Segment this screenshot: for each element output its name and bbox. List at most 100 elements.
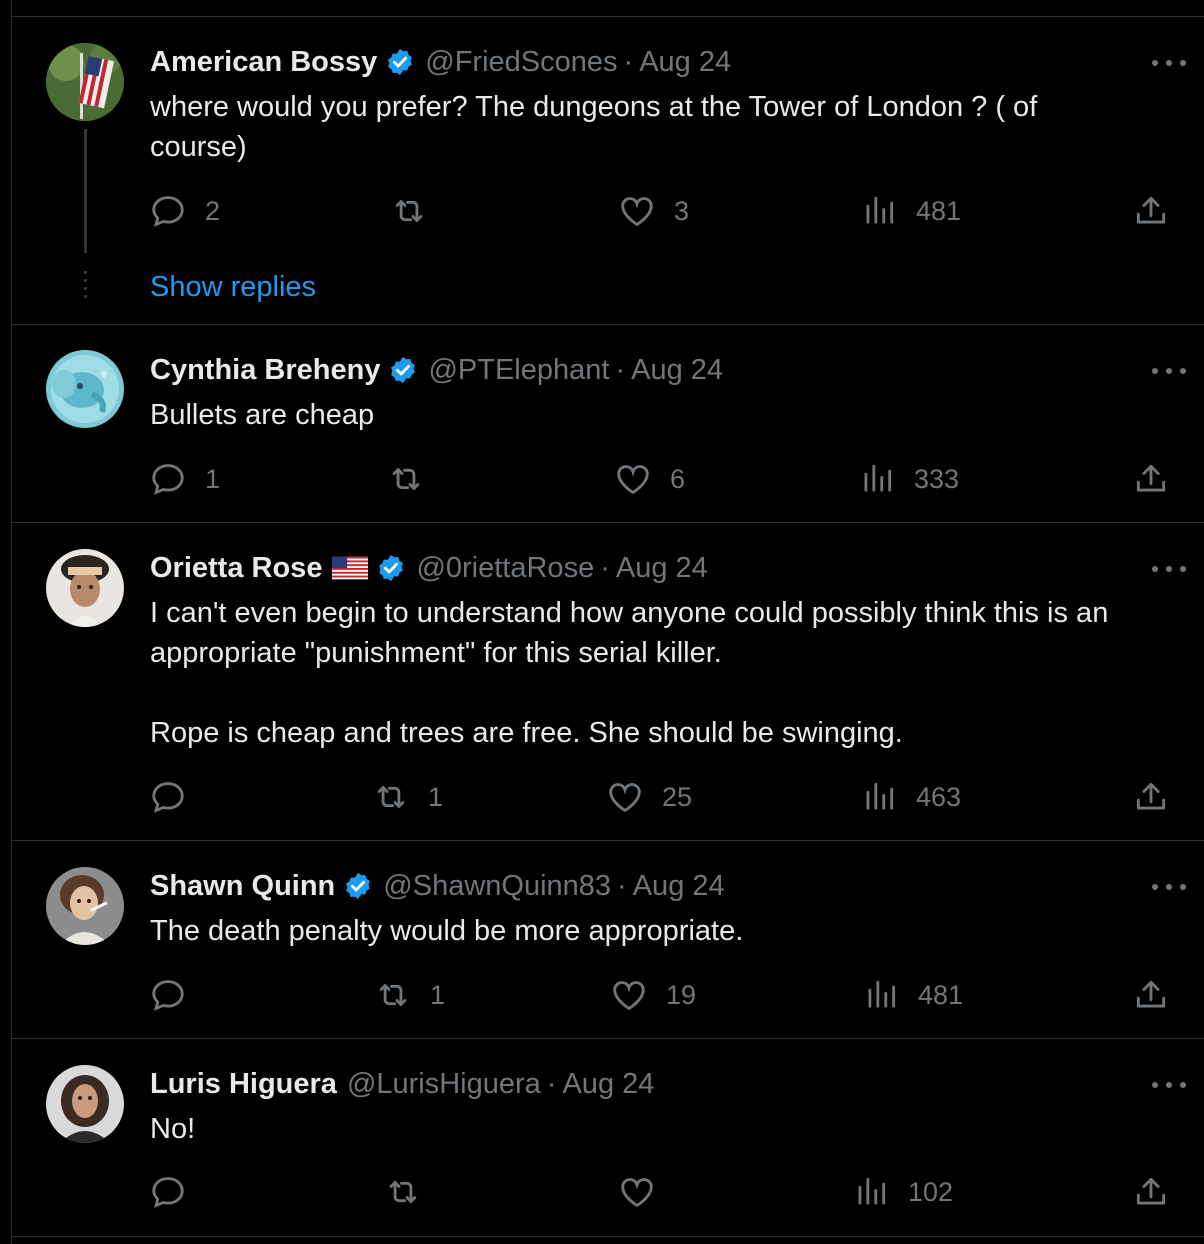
share-button[interactable] [1132, 460, 1170, 498]
reply-button[interactable] [149, 1173, 205, 1211]
retweet-icon [387, 460, 425, 498]
tweet[interactable]: Cynthia Breheny @PTElephant · Aug 24 Bul… [12, 325, 1204, 523]
view-count: 102 [908, 1176, 954, 1207]
like-button[interactable] [618, 1173, 674, 1211]
reply-button[interactable] [149, 976, 205, 1014]
timestamp[interactable]: Aug 24 [639, 45, 731, 79]
thread-line [84, 129, 87, 253]
handle[interactable]: @ShawnQuinn83 [383, 869, 611, 903]
retweet-icon [390, 192, 428, 230]
more-icon[interactable] [1152, 53, 1186, 73]
views-button[interactable]: 333 [858, 460, 959, 498]
retweet-button[interactable] [390, 192, 446, 230]
reply-button[interactable]: 1 [149, 460, 220, 498]
tweet-text: The death penalty would be more appropri… [150, 915, 744, 947]
like-button[interactable]: 25 [606, 778, 692, 816]
reply-button[interactable] [149, 778, 205, 816]
like-icon [618, 192, 656, 230]
tweet-text: I can't even begin to understand how any… [150, 597, 1109, 749]
share-icon [1132, 778, 1170, 816]
share-button[interactable] [1132, 192, 1170, 230]
retweet-icon [374, 976, 412, 1014]
display-name[interactable]: Shawn Quinn [150, 869, 335, 903]
retweet-count: 1 [428, 781, 444, 812]
reply-icon [149, 778, 187, 816]
views-icon [858, 460, 896, 498]
show-replies-link[interactable]: Show replies [150, 271, 316, 304]
retweet-button[interactable] [384, 1173, 440, 1211]
view-count: 463 [916, 781, 962, 812]
avatar[interactable] [46, 549, 124, 627]
more-icon[interactable] [1152, 1075, 1186, 1095]
views-icon [860, 778, 898, 816]
like-count: 6 [670, 463, 686, 494]
timestamp[interactable]: Aug 24 [562, 1067, 654, 1101]
share-button[interactable] [1132, 1173, 1170, 1211]
display-name[interactable]: Cynthia Breheny [150, 353, 380, 387]
display-name[interactable]: Luris Higuera [150, 1067, 337, 1101]
verified-badge-icon [388, 355, 418, 385]
handle[interactable]: @0riettaRose [416, 551, 594, 585]
tweet[interactable]: Shawn Quinn @ShawnQuinn83 · Aug 24 The d… [12, 841, 1204, 1039]
like-button[interactable]: 6 [614, 460, 685, 498]
separator: · [600, 552, 610, 584]
tweet-header: Luris Higuera @LurisHiguera · Aug 24 [150, 1067, 654, 1101]
handle[interactable]: @PTElephant [428, 353, 609, 387]
like-button[interactable]: 3 [618, 192, 689, 230]
tweet[interactable]: Orietta Rose @0riettaRose · Aug 24 I can… [12, 523, 1204, 841]
retweet-button[interactable]: 1 [374, 976, 445, 1014]
more-icon[interactable] [1152, 559, 1186, 579]
views-icon [860, 192, 898, 230]
reply-icon [149, 976, 187, 1014]
views-button[interactable]: 481 [860, 192, 961, 230]
share-icon [1132, 1173, 1170, 1211]
timestamp[interactable]: Aug 24 [631, 353, 723, 387]
tweet-header: Shawn Quinn @ShawnQuinn83 · Aug 24 [150, 869, 725, 903]
view-count: 481 [916, 195, 962, 226]
reply-button[interactable]: 2 [149, 192, 220, 230]
display-name[interactable]: American Bossy [150, 45, 377, 79]
tweet-header: American Bossy @FriedScones · Aug 24 [150, 45, 731, 79]
tweet-text: No! [150, 1113, 196, 1145]
avatar[interactable] [46, 350, 124, 428]
like-button[interactable]: 19 [610, 976, 696, 1014]
share-icon [1132, 192, 1170, 230]
avatar[interactable] [46, 43, 124, 121]
avatar[interactable] [46, 867, 124, 945]
share-button[interactable] [1132, 778, 1170, 816]
like-icon [606, 778, 644, 816]
more-icon[interactable] [1152, 877, 1186, 897]
retweet-button[interactable]: 1 [372, 778, 443, 816]
separator: · [623, 46, 634, 78]
share-icon [1132, 976, 1170, 1014]
like-icon [614, 460, 652, 498]
timestamp[interactable]: Aug 24 [616, 551, 708, 585]
reply-count: 1 [205, 463, 221, 494]
timestamp[interactable]: Aug 24 [633, 869, 725, 903]
tweet-text: Bullets are cheap [150, 399, 375, 431]
like-icon [610, 976, 648, 1014]
views-icon [852, 1173, 890, 1211]
share-button[interactable] [1132, 976, 1170, 1014]
reply-count: 2 [205, 195, 221, 226]
avatar[interactable] [46, 1065, 124, 1143]
handle[interactable]: @FriedScones [425, 45, 617, 79]
views-button[interactable]: 463 [860, 778, 961, 816]
views-button[interactable]: 102 [852, 1173, 953, 1211]
tweet-header: Cynthia Breheny @PTElephant · Aug 24 [150, 353, 723, 387]
reply-icon [149, 460, 187, 498]
views-icon [862, 976, 900, 1014]
retweet-icon [384, 1173, 422, 1211]
retweet-icon [372, 778, 410, 816]
separator: · [617, 870, 627, 902]
views-button[interactable]: 481 [862, 976, 963, 1014]
handle[interactable]: @LurisHiguera [347, 1067, 541, 1101]
retweet-button[interactable] [387, 460, 443, 498]
thread-dots [84, 271, 87, 303]
tweet[interactable]: American Bossy @FriedScones · Aug 24 whe… [12, 17, 1204, 325]
more-icon[interactable] [1152, 361, 1186, 381]
tweet-text: where would you prefer? The dungeons at … [150, 91, 1038, 163]
display-name[interactable]: Orietta Rose [150, 551, 322, 585]
separator: · [615, 354, 626, 386]
tweet[interactable]: Luris Higuera @LurisHiguera · Aug 24 No!… [12, 1039, 1204, 1237]
